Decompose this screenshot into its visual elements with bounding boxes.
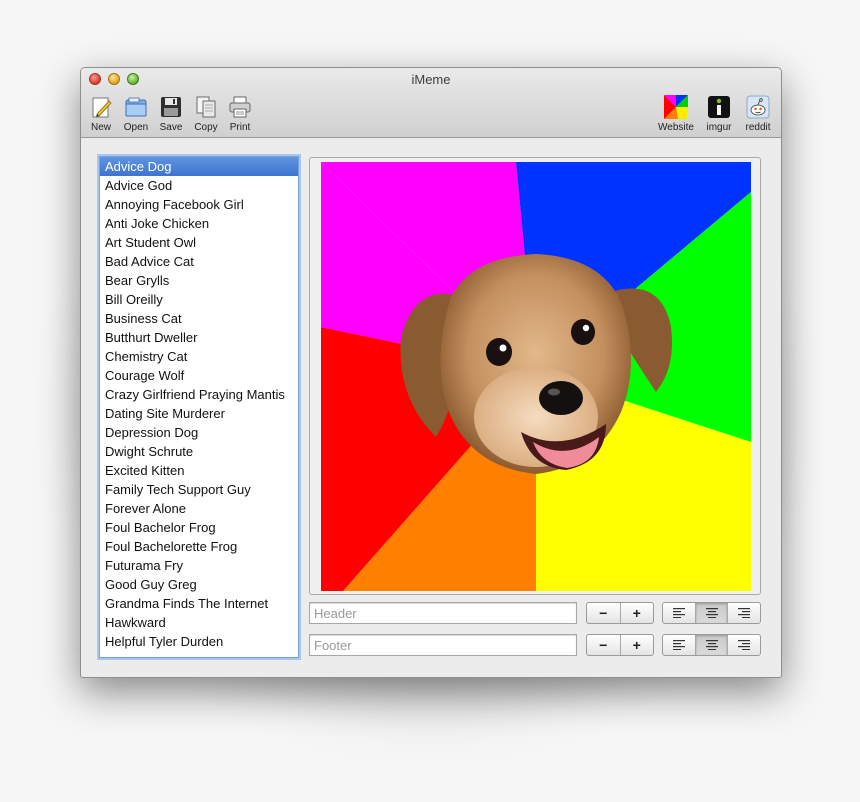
save-label: Save bbox=[159, 122, 183, 133]
footer-align-center-button[interactable] bbox=[695, 635, 729, 655]
main-content: Advice Dog Advice God Annoying Facebook Gi… bbox=[81, 138, 781, 677]
printer-icon bbox=[229, 96, 251, 118]
open-folder-icon bbox=[125, 97, 147, 117]
list-item[interactable]: Chemistry Cat bbox=[100, 347, 298, 366]
new-button[interactable]: New bbox=[82, 95, 120, 133]
header-align-center-button[interactable] bbox=[695, 603, 729, 623]
list-item[interactable]: Butthurt Dweller bbox=[100, 328, 298, 347]
save-button[interactable]: Save bbox=[152, 95, 190, 133]
footer-size-stepper: − + bbox=[586, 634, 654, 656]
new-label: New bbox=[90, 122, 111, 133]
website-button[interactable]: Website bbox=[656, 95, 696, 133]
website-label: Website bbox=[658, 122, 694, 133]
list-item[interactable]: Hawkward bbox=[100, 613, 298, 632]
align-center-icon bbox=[705, 640, 718, 650]
header-decrease-button[interactable]: − bbox=[587, 603, 621, 623]
list-item[interactable]: Excited Kitten bbox=[100, 461, 298, 480]
header-increase-button[interactable]: + bbox=[621, 603, 654, 623]
imgur-label: imgur bbox=[706, 122, 732, 133]
list-item[interactable]: Dwight Schrute bbox=[100, 442, 298, 461]
list-item[interactable]: Family Tech Support Guy bbox=[100, 480, 298, 499]
open-label: Open bbox=[123, 122, 149, 133]
header-size-stepper: − + bbox=[586, 602, 654, 624]
list-item[interactable]: Crazy Girlfriend Praying Mantis bbox=[100, 385, 298, 404]
list-item[interactable]: Futurama Fry bbox=[100, 556, 298, 575]
print-label: Print bbox=[229, 122, 251, 133]
footer-alignment-control bbox=[662, 634, 761, 656]
list-item[interactable]: Bear Grylls bbox=[100, 271, 298, 290]
align-center-icon bbox=[705, 608, 718, 618]
list-item[interactable]: Anti Joke Chicken bbox=[100, 214, 298, 233]
footer-decrease-button[interactable]: − bbox=[587, 635, 621, 655]
open-button[interactable]: Open bbox=[117, 95, 155, 133]
align-left-icon bbox=[672, 640, 685, 650]
new-document-icon bbox=[92, 97, 112, 118]
footer-align-right-button[interactable] bbox=[728, 635, 760, 655]
meme-template-list[interactable]: Advice Dog Advice God Annoying Facebook Gi… bbox=[99, 156, 299, 658]
list-item[interactable]: Business Cat bbox=[100, 309, 298, 328]
imeme-window: iMeme New Open Save Copy Print Website i… bbox=[80, 67, 782, 678]
window-title: iMeme bbox=[411, 72, 451, 87]
align-right-icon bbox=[738, 640, 751, 650]
list-item[interactable]: Bill Oreilly bbox=[100, 290, 298, 309]
footer-text-field[interactable] bbox=[309, 634, 577, 656]
imgur-button[interactable]: imgur bbox=[700, 95, 738, 133]
list-item[interactable]: Advice God bbox=[100, 176, 298, 195]
copy-button[interactable]: Copy bbox=[187, 95, 225, 133]
meme-preview-well[interactable] bbox=[309, 157, 761, 595]
list-item[interactable]: Good Guy Greg bbox=[100, 575, 298, 594]
copy-icon bbox=[196, 96, 216, 118]
header-align-left-button[interactable] bbox=[663, 603, 696, 623]
list-item[interactable]: Depression Dog bbox=[100, 423, 298, 442]
reddit-label: reddit bbox=[745, 122, 771, 133]
list-item[interactable]: Dating Site Murderer bbox=[100, 404, 298, 423]
header-text-field[interactable] bbox=[309, 602, 577, 624]
floppy-disk-icon bbox=[161, 97, 181, 117]
list-item[interactable]: Bad Advice Cat bbox=[100, 252, 298, 271]
footer-align-left-button[interactable] bbox=[663, 635, 696, 655]
title-bar: iMeme New Open Save Copy Print Website i… bbox=[81, 68, 781, 138]
print-button[interactable]: Print bbox=[221, 95, 259, 133]
list-item[interactable]: Courage Wolf bbox=[100, 366, 298, 385]
header-align-right-button[interactable] bbox=[728, 603, 760, 623]
advice-dog-meme-image bbox=[321, 162, 751, 591]
reddit-alien-icon bbox=[746, 95, 770, 119]
website-colorwheel-icon bbox=[664, 95, 688, 119]
copy-label: Copy bbox=[194, 122, 218, 133]
list-item[interactable]: Foul Bachelor Frog bbox=[100, 518, 298, 537]
list-item[interactable]: Helpful Tyler Durden bbox=[100, 632, 298, 651]
imgur-icon bbox=[708, 96, 730, 118]
list-item[interactable]: Art Student Owl bbox=[100, 233, 298, 252]
align-right-icon bbox=[738, 608, 751, 618]
list-item[interactable]: Advice Dog bbox=[100, 157, 298, 176]
list-item[interactable]: Annoying Facebook Girl bbox=[100, 195, 298, 214]
header-alignment-control bbox=[662, 602, 761, 624]
list-item[interactable]: Forever Alone bbox=[100, 499, 298, 518]
reddit-button[interactable]: reddit bbox=[739, 95, 777, 133]
align-left-icon bbox=[672, 608, 685, 618]
list-item[interactable]: Grandma Finds The Internet bbox=[100, 594, 298, 613]
list-item[interactable]: Foul Bachelorette Frog bbox=[100, 537, 298, 556]
footer-increase-button[interactable]: + bbox=[621, 635, 654, 655]
